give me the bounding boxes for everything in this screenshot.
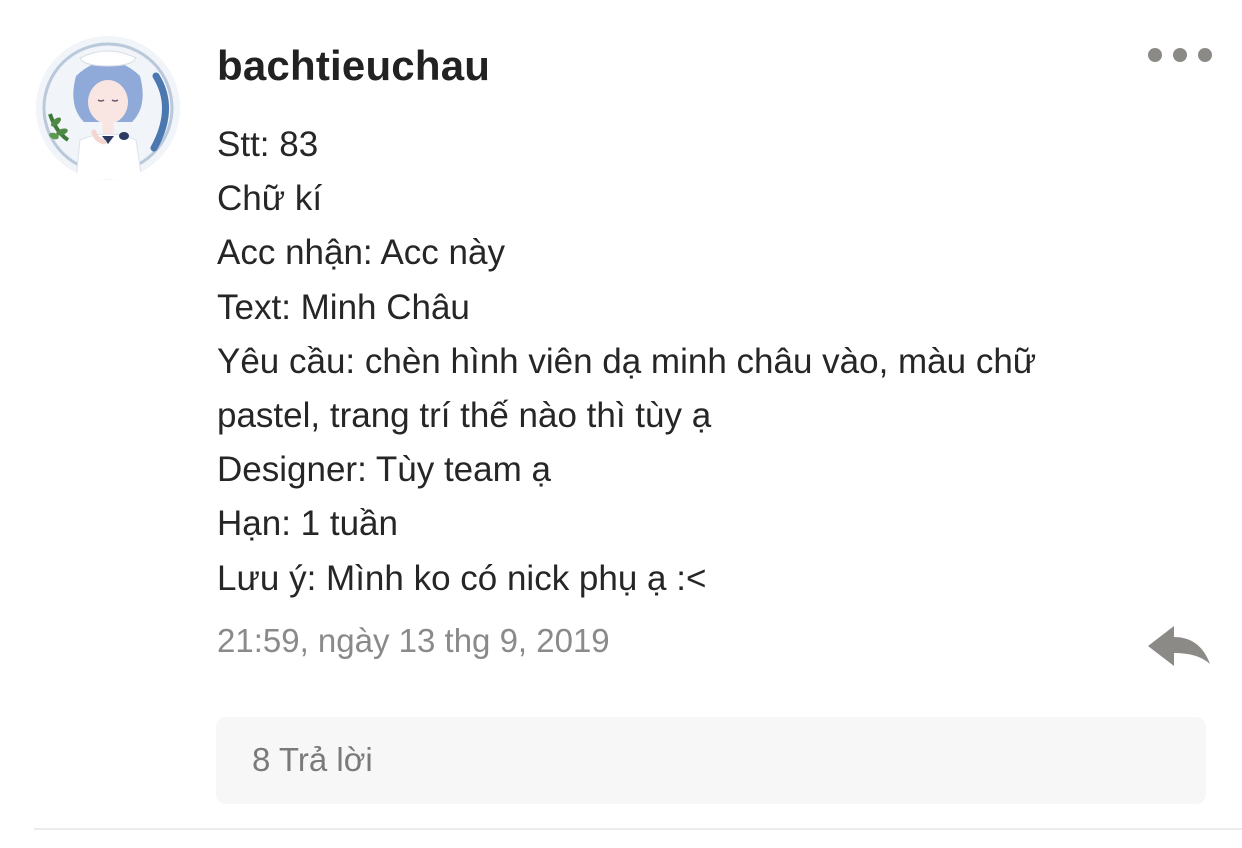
reply-arrow-icon <box>1148 626 1210 666</box>
comment-line: Text: Minh Châu <box>217 287 470 327</box>
more-horizontal-icon <box>1148 48 1162 62</box>
comment-line: Yêu cầu: chèn hình viên dạ minh châu vào… <box>217 341 1037 381</box>
comment-line: pastel, trang trí thế nào thì tùy ạ <box>217 396 712 436</box>
more-horizontal-icon <box>1198 48 1212 62</box>
comment-line: Lưu ý: Mình ko có nick phụ ạ :< <box>217 558 707 598</box>
avatar[interactable] <box>36 36 180 180</box>
avatar-image <box>36 36 180 180</box>
comment-line: Acc nhận: Acc này <box>217 233 505 273</box>
comment-timestamp: 21:59, ngày 13 thg 9, 2019 <box>217 622 610 659</box>
reply-button[interactable] <box>1144 620 1214 672</box>
divider <box>34 828 1242 830</box>
more-horizontal-icon <box>1173 48 1187 62</box>
username[interactable]: bachtieuchau <box>217 42 490 90</box>
comment-card: bachtieuchau Stt: 83 Chữ kí Acc nhận: Ac… <box>0 0 1242 848</box>
replies-toggle[interactable]: 8 Trả lời <box>216 717 1206 804</box>
comment-line: Designer: Tùy team ạ <box>217 450 551 490</box>
more-options-button[interactable] <box>1148 42 1212 68</box>
comment-line: Hạn: 1 tuần <box>217 504 398 544</box>
comment-line: Chữ kí <box>217 179 323 219</box>
comment-body: Stt: 83 Chữ kí Acc nhận: Acc này Text: M… <box>217 118 1137 606</box>
comment-line: Stt: 83 <box>217 125 319 164</box>
replies-count-label: 8 Trả lời <box>252 741 373 778</box>
